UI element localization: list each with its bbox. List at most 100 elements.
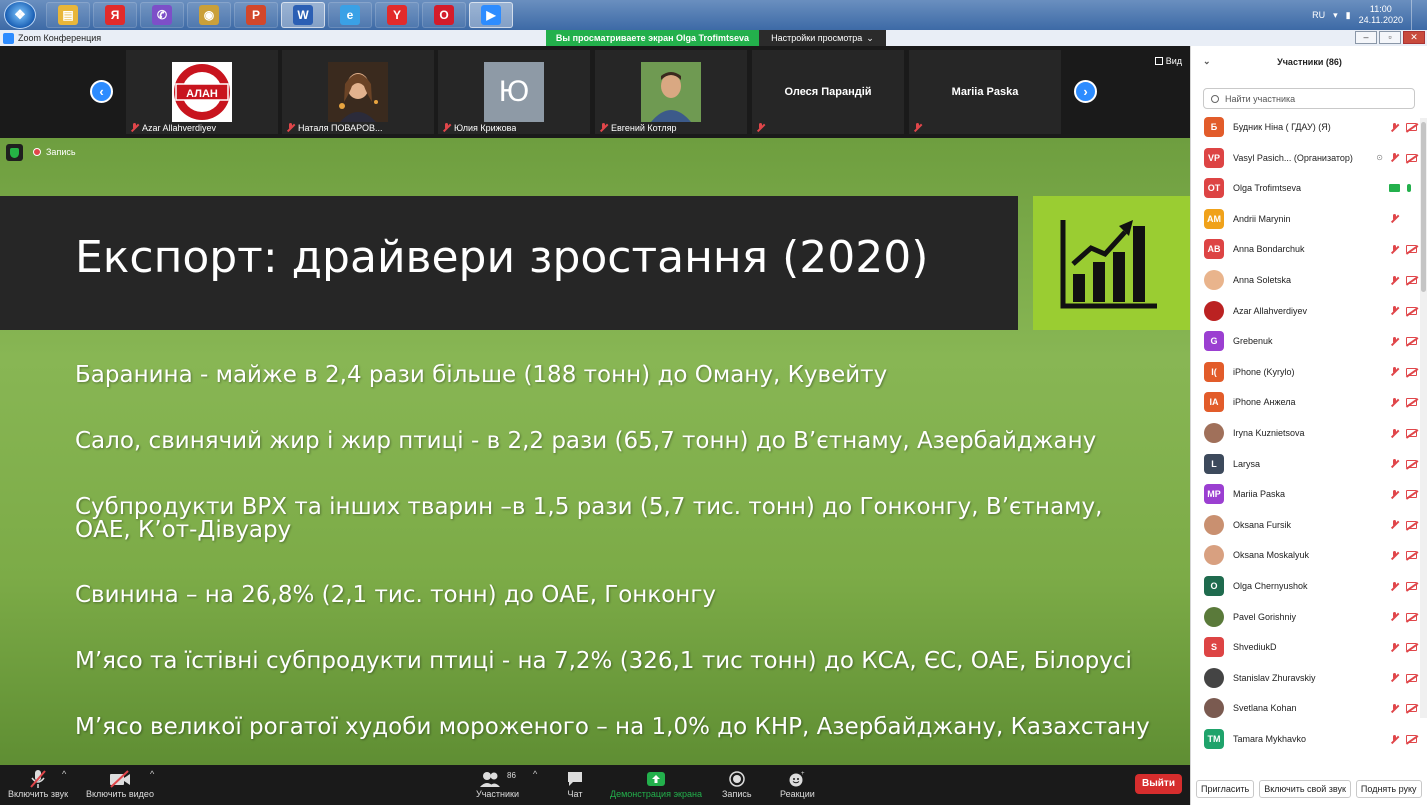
yandex-app-icon: Я (105, 5, 125, 25)
yandex-browser-app[interactable]: Y (375, 2, 419, 28)
video-thumbnail[interactable]: Евгений Котляр (595, 50, 747, 134)
participant-status-icons (1390, 275, 1417, 285)
participant-status-icons (1390, 244, 1417, 254)
security-shield-icon[interactable] (6, 144, 23, 161)
leave-meeting-button[interactable]: Выйти (1135, 774, 1182, 794)
start-video-button[interactable]: Включить видео (86, 769, 154, 799)
participant-row[interactable]: Stanislav Zhuravskiy (1191, 663, 1421, 693)
unmute-me-button[interactable]: Включить свой звук (1259, 780, 1351, 798)
participant-row[interactable]: Oksana Fursik (1191, 510, 1421, 540)
raise-hand-button[interactable]: Поднять руку (1355, 780, 1422, 798)
mic-muted-icon (442, 123, 451, 132)
viber-app[interactable]: ✆ (140, 2, 184, 28)
video-thumbnail[interactable]: Ю Юлия Крижова (438, 50, 590, 134)
participant-row[interactable]: MP Mariia Paska (1191, 479, 1421, 509)
tray-expand-icon[interactable]: ▾ (1333, 10, 1338, 21)
chat-label: Чат (567, 789, 583, 799)
mic-muted-icon (1390, 397, 1399, 407)
media-app[interactable]: ◉ (187, 2, 231, 28)
network-icon[interactable]: ▮ (1346, 10, 1351, 21)
record-button[interactable]: Запись (722, 769, 752, 799)
participant-name: Mariia Paska (1233, 489, 1286, 500)
bar-chart-arrow-icon (1060, 220, 1157, 309)
participant-avatar: O (1204, 576, 1224, 596)
zoom-app[interactable]: ▶ (469, 2, 513, 28)
scrollbar-thumb[interactable] (1421, 122, 1426, 292)
reactions-button[interactable]: + Реакции (780, 769, 815, 799)
minimize-button[interactable]: – (1355, 31, 1377, 44)
participants-scrollbar[interactable] (1420, 118, 1427, 718)
zoom-app-icon: ▶ (481, 5, 501, 25)
participant-status-icons (1390, 214, 1417, 223)
participant-row[interactable]: Б Будник Ніна ( ГДАУ) (Я) (1191, 112, 1421, 142)
opera-app-icon: O (434, 5, 454, 25)
show-desktop-button[interactable] (1411, 0, 1421, 30)
participant-row[interactable]: Azar Allahverdiyev (1191, 296, 1421, 326)
logo-text: АЛАН (186, 88, 218, 100)
participant-status-icons (1390, 336, 1417, 346)
participant-avatar (1204, 300, 1224, 321)
unmute-label: Включить звук (8, 789, 69, 799)
taskbar-apps: ▤ Я ✆ ◉ P We Y O ▶ (46, 2, 513, 28)
participants-button[interactable]: 86 Участники (476, 769, 519, 800)
participant-row[interactable]: Iryna Kuznietsova (1191, 418, 1421, 448)
host-icon: ⊙ (1376, 153, 1383, 163)
participant-row[interactable]: S ShvediukD (1191, 632, 1421, 662)
video-thumbnail[interactable]: Олеся Парандій (752, 50, 904, 134)
participant-row[interactable]: OT Olga Trofimtseva (1191, 173, 1421, 203)
word-app[interactable]: W (281, 2, 325, 28)
share-screen-button[interactable]: Демонстрация экрана (610, 769, 702, 799)
video-off-icon (1406, 704, 1417, 713)
video-thumbnail[interactable]: Наталя ПОВАРОВ... (282, 50, 434, 134)
participant-name: Anna Soletska (1233, 275, 1292, 285)
participant-row[interactable]: AB Anna Bondarchuk (1191, 234, 1421, 264)
participant-photo (641, 62, 701, 122)
participant-row[interactable]: AM Andrii Marynin (1191, 204, 1421, 234)
video-thumbnail[interactable]: АЛАН Azar Allahverdiyev (126, 50, 278, 134)
view-button[interactable]: Вид (1154, 56, 1182, 66)
mic-muted-icon (1390, 550, 1399, 560)
start-button[interactable]: ❖ (4, 1, 36, 29)
audio-options-caret[interactable]: ^ (62, 769, 66, 779)
participant-row[interactable]: Oksana Moskalyuk (1191, 540, 1421, 570)
participant-row[interactable]: IA iPhone Анжела (1191, 387, 1421, 417)
participant-row[interactable]: Anna Soletska (1191, 265, 1421, 295)
language-indicator[interactable]: RU (1312, 10, 1325, 20)
participant-name: Azar Allahverdiyev (1233, 305, 1308, 316)
opera-app[interactable]: O (422, 2, 466, 28)
video-thumbnail-strip: ‹ АЛАН Azar Allahverdiyev Наталя ПОВАРОВ..… (0, 46, 1190, 138)
participant-name: Будник Ніна ( ГДАУ) (Я) (1233, 122, 1331, 132)
video-thumbnail[interactable]: Mariia Paska (909, 50, 1061, 134)
participant-search-input[interactable]: Найти участника (1203, 88, 1415, 109)
restore-button[interactable]: ▫ (1379, 31, 1401, 44)
participant-row[interactable]: I(iPhone (Kyrylo) (1191, 357, 1421, 387)
yandex-app[interactable]: Я (93, 2, 137, 28)
invite-button[interactable]: Пригласить (1196, 780, 1255, 798)
mic-muted-icon (1390, 459, 1399, 468)
video-options-caret[interactable]: ^ (150, 769, 154, 779)
clock[interactable]: 11:00 24.11.2020 (1359, 4, 1403, 26)
participant-row[interactable]: Svetlana Kohan (1191, 693, 1421, 723)
ie-app[interactable]: e (328, 2, 372, 28)
participant-row[interactable]: TM Tamara Mykhavko (1191, 724, 1421, 754)
view-options-button[interactable]: Настройки просмотра ⌄ (759, 30, 886, 46)
close-window-button[interactable]: ✕ (1403, 31, 1425, 44)
video-off-icon (1406, 276, 1417, 284)
powerpoint-app[interactable]: P (234, 2, 278, 28)
participant-row[interactable]: G Grebenuk (1191, 326, 1421, 356)
chevron-down-icon: ⌄ (866, 32, 874, 43)
file-explorer-app[interactable]: ▤ (46, 2, 90, 28)
thumbnails-next-button[interactable]: › (1074, 80, 1097, 103)
mic-muted-icon (1390, 306, 1399, 315)
participant-row[interactable]: VP Vasyl Pasich... (Организатор) ⊙ (1191, 143, 1421, 173)
slide-bullet: М’ясо великої рогатої худоби мороженого … (75, 714, 1150, 740)
participant-row[interactable]: L Larysa (1191, 449, 1421, 479)
video-off-icon (1406, 520, 1417, 529)
chat-button[interactable]: Чат (566, 769, 584, 799)
participant-avatar: OT (1204, 178, 1224, 199)
thumbnails-prev-button[interactable]: ‹ (90, 80, 113, 103)
participant-row[interactable]: O Olga Chernyushok (1191, 571, 1421, 601)
unmute-button[interactable]: Включить звук (8, 769, 68, 799)
participant-row[interactable]: Pavel Gorishniy (1191, 602, 1421, 632)
participants-options-caret[interactable]: ^ (533, 769, 537, 779)
